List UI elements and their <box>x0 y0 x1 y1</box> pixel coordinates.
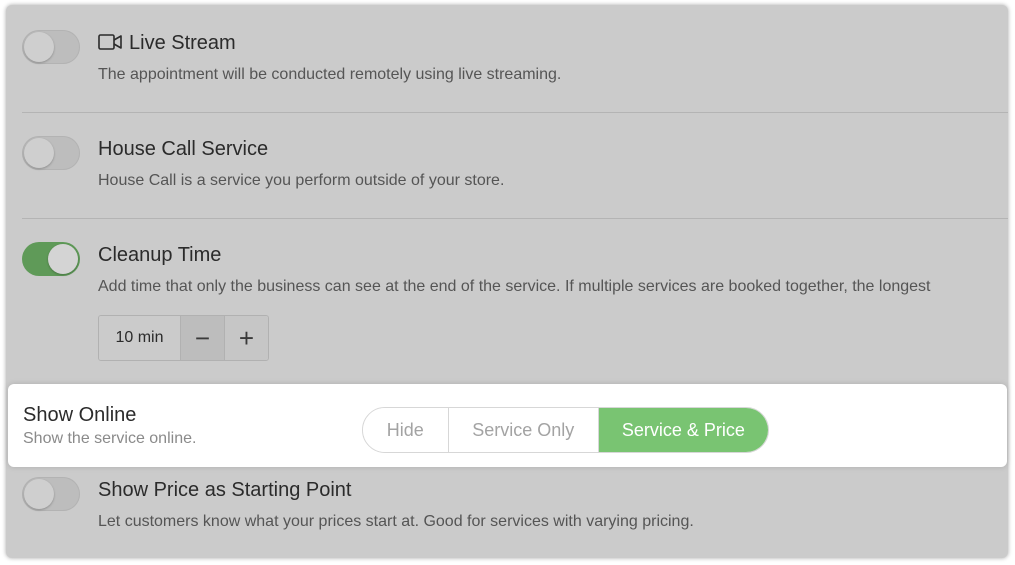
option-hide[interactable]: Hide <box>363 408 449 452</box>
cleanup-time-toggle[interactable] <box>22 242 80 276</box>
divider <box>22 112 1008 113</box>
house-call-title: House Call Service <box>98 138 269 160</box>
increment-button[interactable]: + <box>224 316 268 360</box>
cleanup-time-description: Add time that only the business can see … <box>98 278 931 295</box>
live-stream-description: The appointment will be conducted remote… <box>98 66 562 83</box>
show-price-toggle[interactable] <box>22 477 80 511</box>
show-online-title: Show Online <box>23 404 137 426</box>
cleanup-time-value[interactable]: 10 min <box>99 316 181 360</box>
toggle-knob <box>24 32 54 62</box>
show-price-description: Let customers know what your prices star… <box>98 513 694 530</box>
live-stream-toggle[interactable] <box>22 30 80 64</box>
option-service-and-price[interactable]: Service & Price <box>598 408 768 452</box>
toggle-knob <box>24 138 54 168</box>
video-camera-icon <box>98 33 123 56</box>
cleanup-time-stepper: 10 min − + <box>98 315 269 361</box>
show-online-segmented-control: Hide Service Only Service & Price <box>362 407 769 453</box>
toggle-knob <box>48 244 78 274</box>
show-online-description: Show the service online. <box>23 430 197 447</box>
option-service-only[interactable]: Service Only <box>448 408 599 452</box>
live-stream-title: Live Stream <box>98 32 236 56</box>
toggle-knob <box>24 479 54 509</box>
show-online-row: Show Online Show the service online. Hid… <box>8 384 1007 467</box>
divider <box>22 218 1008 219</box>
service-settings-panel: Live Stream The appointment will be cond… <box>6 5 1008 558</box>
house-call-toggle[interactable] <box>22 136 80 170</box>
live-stream-label: Live Stream <box>129 32 236 54</box>
decrement-button[interactable]: − <box>181 316 224 360</box>
show-price-title: Show Price as Starting Point <box>98 479 352 501</box>
cleanup-time-title: Cleanup Time <box>98 244 222 266</box>
house-call-description: House Call is a service you perform outs… <box>98 172 505 189</box>
